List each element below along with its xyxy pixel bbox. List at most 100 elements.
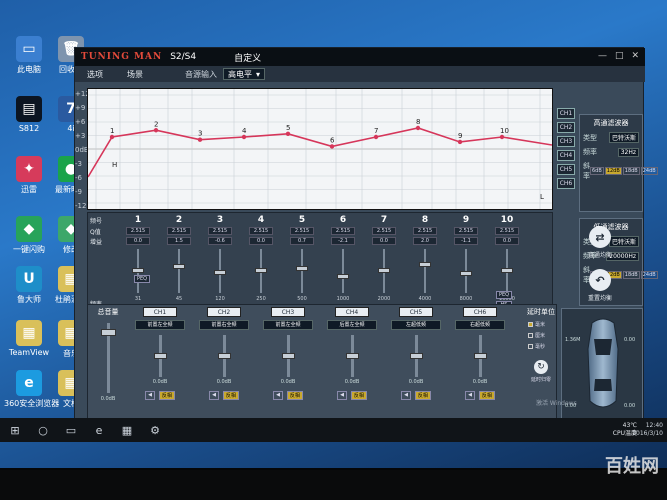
mute-button[interactable]: ◀ xyxy=(273,391,283,400)
speaker-position-select[interactable]: 前置左全频 xyxy=(135,320,185,330)
phase-invert-button[interactable]: 反相 xyxy=(478,391,495,400)
eq-band-point[interactable] xyxy=(285,131,291,137)
delay-unit-checkbox[interactable] xyxy=(528,333,533,338)
channel-button-4[interactable]: CH4 xyxy=(557,150,575,161)
mute-button[interactable]: ◀ xyxy=(465,391,475,400)
search-icon[interactable]: ○ xyxy=(36,423,50,437)
band-q-value[interactable]: 2.515 xyxy=(208,227,232,235)
band-gain-knob[interactable] xyxy=(337,274,349,280)
speaker-position-select[interactable]: 右超低频 xyxy=(455,320,505,330)
band-gain-knob[interactable] xyxy=(460,271,472,277)
mixer-channel-header[interactable]: CH2 xyxy=(207,307,241,317)
band-gain-slider[interactable] xyxy=(173,249,185,293)
band-gain-value[interactable]: 0.7 xyxy=(290,237,314,245)
delay-unit-checkbox[interactable] xyxy=(528,344,533,349)
phase-invert-button[interactable]: 反相 xyxy=(222,391,239,400)
band-gain-value[interactable]: -0.6 xyxy=(208,237,232,245)
band-gain-slider[interactable] xyxy=(255,249,267,293)
start-icon[interactable]: ⊞ xyxy=(8,423,22,437)
menu-options[interactable]: 选项 xyxy=(75,69,115,80)
band-gain-knob[interactable] xyxy=(214,269,226,275)
delay-unit-option[interactable]: 毫秒 xyxy=(528,343,558,350)
high-pass-type-select[interactable]: 巴特沃斯 xyxy=(608,132,639,143)
speaker-position-select[interactable]: 左超低频 xyxy=(391,320,441,330)
band-gain-value[interactable]: -2.1 xyxy=(331,237,355,245)
band-gain-knob[interactable] xyxy=(255,268,267,273)
channel-volume-knob[interactable] xyxy=(281,353,295,359)
reset-eq-button[interactable]: ↶ xyxy=(589,269,611,291)
input-mode-select[interactable]: 高电平 ▾ xyxy=(223,68,266,80)
band-gain-value[interactable]: 0.0 xyxy=(495,237,519,245)
band-gain-slider[interactable] xyxy=(214,249,226,293)
band-gain-value[interactable]: 1.5 xyxy=(167,237,191,245)
delay-reset-button[interactable]: ↻ xyxy=(534,360,548,374)
phase-invert-button[interactable]: 反相 xyxy=(158,391,175,400)
band-gain-value[interactable]: 0.0 xyxy=(126,237,150,245)
channel-volume-slider[interactable] xyxy=(153,335,167,377)
eq-band-point[interactable] xyxy=(415,125,421,131)
band-q-value[interactable]: 2.515 xyxy=(372,227,396,235)
peq-button-1[interactable]: PEQ xyxy=(134,275,150,283)
phase-invert-button[interactable]: 反相 xyxy=(414,391,431,400)
eq-band-point[interactable] xyxy=(329,144,335,149)
band-q-value[interactable]: 2.515 xyxy=(249,227,273,235)
channel-volume-slider[interactable] xyxy=(345,335,359,377)
mixer-channel-header[interactable]: CH4 xyxy=(335,307,369,317)
band-gain-value[interactable]: 0.0 xyxy=(249,237,273,245)
mixer-channel-header[interactable]: CH6 xyxy=(463,307,497,317)
band-q-value[interactable]: 2.515 xyxy=(126,227,150,235)
high-pass-slope-option[interactable]: 12dB xyxy=(604,167,622,175)
band-gain-slider[interactable] xyxy=(501,249,513,293)
band-gain-knob[interactable] xyxy=(173,263,185,269)
eq-band-point[interactable] xyxy=(153,128,159,133)
minimize-button[interactable]: — xyxy=(598,51,607,61)
menu-scene[interactable]: 场景 xyxy=(115,69,155,80)
mixer-channel-header[interactable]: CH5 xyxy=(399,307,433,317)
channel-volume-slider[interactable] xyxy=(217,335,231,377)
band-q-value[interactable]: 2.515 xyxy=(167,227,191,235)
band-gain-knob[interactable] xyxy=(501,268,513,273)
high-pass-freq-value[interactable]: 32Hz xyxy=(617,147,639,157)
band-q-value[interactable]: 2.515 xyxy=(413,227,437,235)
low-pass-slope-option[interactable]: 24dB xyxy=(640,271,658,279)
channel-button-2[interactable]: CH2 xyxy=(557,122,575,133)
mixer-channel-header[interactable]: CH1 xyxy=(143,307,177,317)
eq-band-point[interactable] xyxy=(499,134,505,140)
master-volume-slider[interactable] xyxy=(100,323,116,393)
mute-button[interactable]: ◀ xyxy=(401,391,411,400)
band-gain-knob[interactable] xyxy=(132,268,144,273)
mute-button[interactable]: ◀ xyxy=(337,391,347,400)
phase-invert-button[interactable]: 反相 xyxy=(286,391,303,400)
high-pass-slope-option[interactable]: 6dB xyxy=(590,167,604,175)
channel-button-1[interactable]: CH1 xyxy=(557,108,575,119)
close-button[interactable]: ✕ xyxy=(631,51,639,61)
band-gain-value[interactable]: -1.1 xyxy=(454,237,478,245)
band-gain-knob[interactable] xyxy=(378,268,390,273)
band-gain-slider[interactable] xyxy=(460,249,472,293)
speaker-position-select[interactable]: 前置右全频 xyxy=(199,320,249,330)
band-gain-knob[interactable] xyxy=(419,262,431,267)
channel-volume-knob[interactable] xyxy=(217,353,231,359)
eq-band-point[interactable] xyxy=(373,134,379,140)
channel-volume-knob[interactable] xyxy=(473,353,487,359)
master-volume-knob[interactable] xyxy=(100,329,116,336)
band-gain-value[interactable]: 2.0 xyxy=(413,237,437,245)
eq-band-point[interactable] xyxy=(197,137,203,142)
eq-band-point[interactable] xyxy=(109,134,115,140)
peq-button-2[interactable]: PEQ xyxy=(496,291,512,299)
speaker-position-select[interactable]: 前置左全频 xyxy=(263,320,313,330)
mixer-channel-header[interactable]: CH3 xyxy=(271,307,305,317)
band-q-value[interactable]: 2.515 xyxy=(454,227,478,235)
high-pass-slope-option[interactable]: 18dB xyxy=(622,167,640,175)
speaker-position-select[interactable]: 后置左全频 xyxy=(327,320,377,330)
eq-band-point[interactable] xyxy=(241,134,247,140)
mute-button[interactable]: ◀ xyxy=(209,391,219,400)
band-q-value[interactable]: 2.515 xyxy=(331,227,355,235)
channel-button-5[interactable]: CH5 xyxy=(557,164,575,175)
maximize-button[interactable]: □ xyxy=(615,51,624,61)
channel-volume-slider[interactable] xyxy=(281,335,295,377)
channel-button-6[interactable]: CH6 xyxy=(557,178,575,189)
eq-band-point[interactable] xyxy=(457,139,463,145)
channel-volume-slider[interactable] xyxy=(473,335,487,377)
delay-unit-option[interactable]: 毫米 xyxy=(528,321,558,328)
